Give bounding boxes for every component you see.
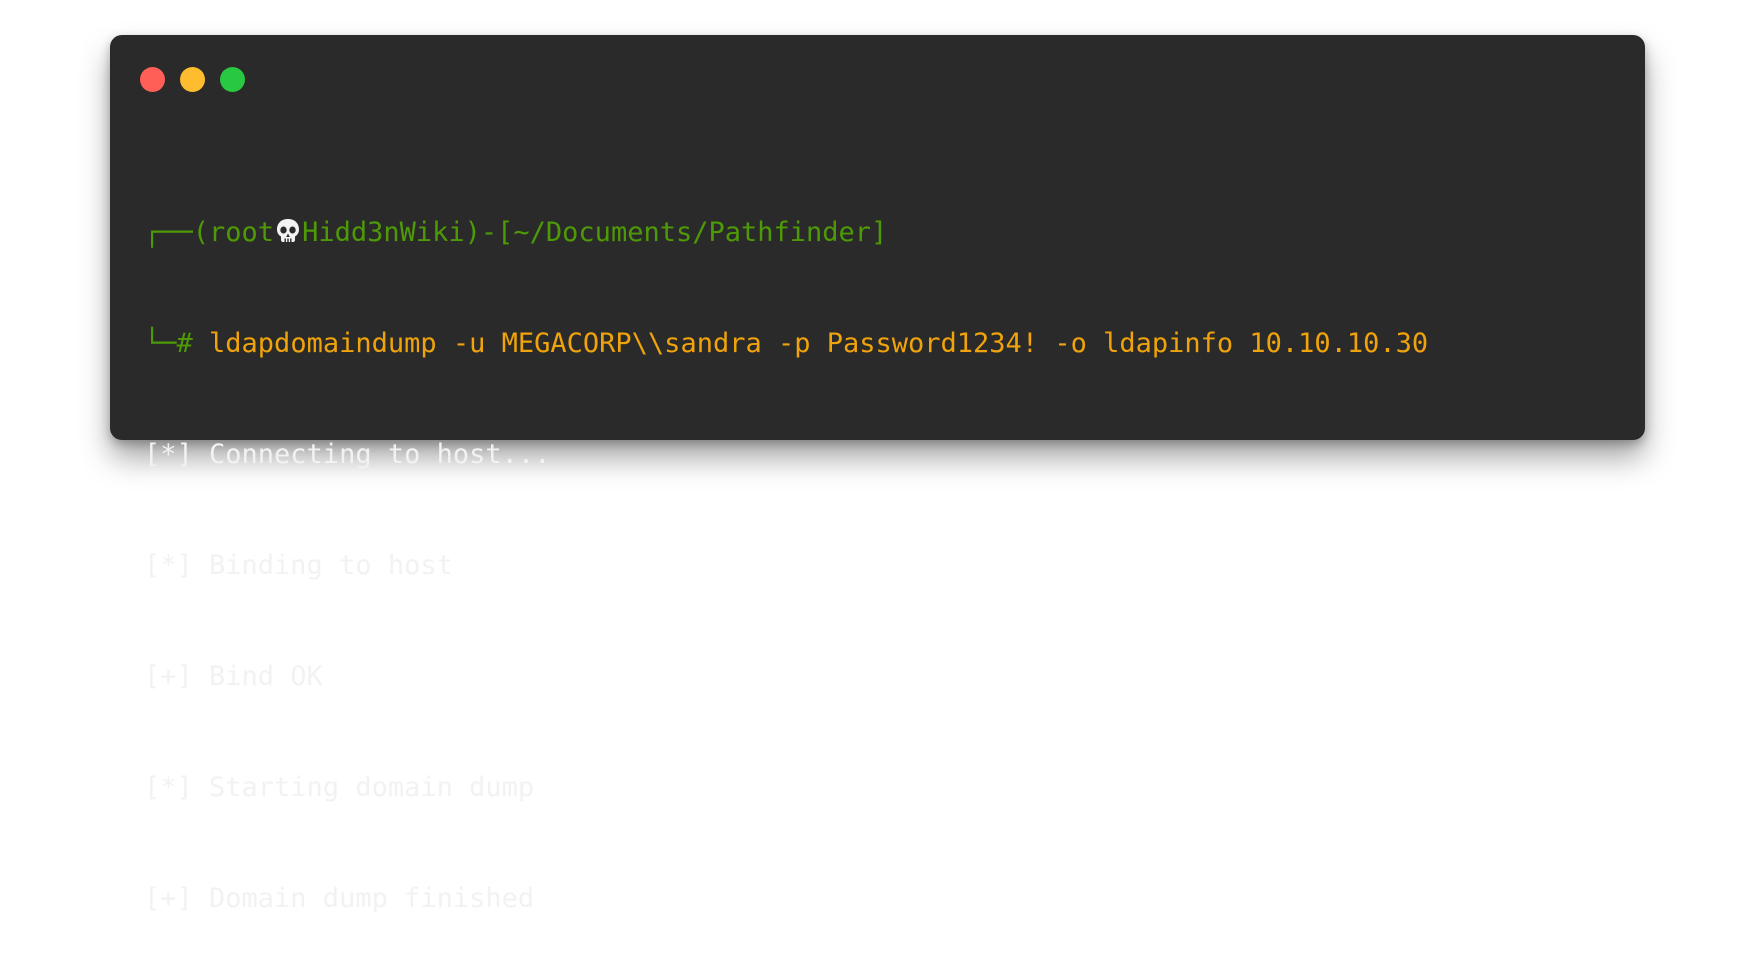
- prompt-line-2: └─# ldapdomaindump -u MEGACORP\\sandra -…: [144, 325, 1625, 362]
- output-line: [*] Starting domain dump: [144, 772, 535, 803]
- window-controls: [140, 67, 245, 92]
- prompt-line-1: ┌──(root Hidd3nWiki)-[~/Documents/Pathfin…: [144, 214, 1625, 251]
- output-line: [*] Binding to host: [144, 550, 453, 581]
- prompt-prefix: ┌──(: [144, 217, 210, 248]
- prompt-cwd: ~/Documents/Pathfinder: [513, 217, 872, 248]
- command-text: ldapdomaindump -u MEGACORP\\sandra -p Pa…: [192, 328, 1429, 359]
- terminal-window: ┌──(root Hidd3nWiki)-[~/Documents/Pathfin…: [110, 35, 1645, 914]
- prompt-host: Hidd3nWiki: [302, 217, 465, 248]
- prompt-prefix-2: └─: [144, 328, 177, 359]
- prompt-symbol: #: [176, 328, 193, 359]
- prompt-dir-open: )-[: [464, 217, 514, 248]
- minimize-button[interactable]: [180, 67, 205, 92]
- prompt-dir-close: ]: [871, 217, 888, 248]
- output-line: [*] Connecting to host...: [144, 439, 551, 470]
- close-button[interactable]: [140, 67, 165, 92]
- output-line: [+] Domain dump finished: [144, 883, 535, 914]
- prompt-user: root: [209, 217, 275, 248]
- skull-icon: [277, 219, 300, 242]
- output-line: [+] Bind OK: [144, 661, 323, 692]
- zoom-button[interactable]: [220, 67, 245, 92]
- terminal-output[interactable]: ┌──(root Hidd3nWiki)-[~/Documents/Pathfin…: [144, 140, 1625, 956]
